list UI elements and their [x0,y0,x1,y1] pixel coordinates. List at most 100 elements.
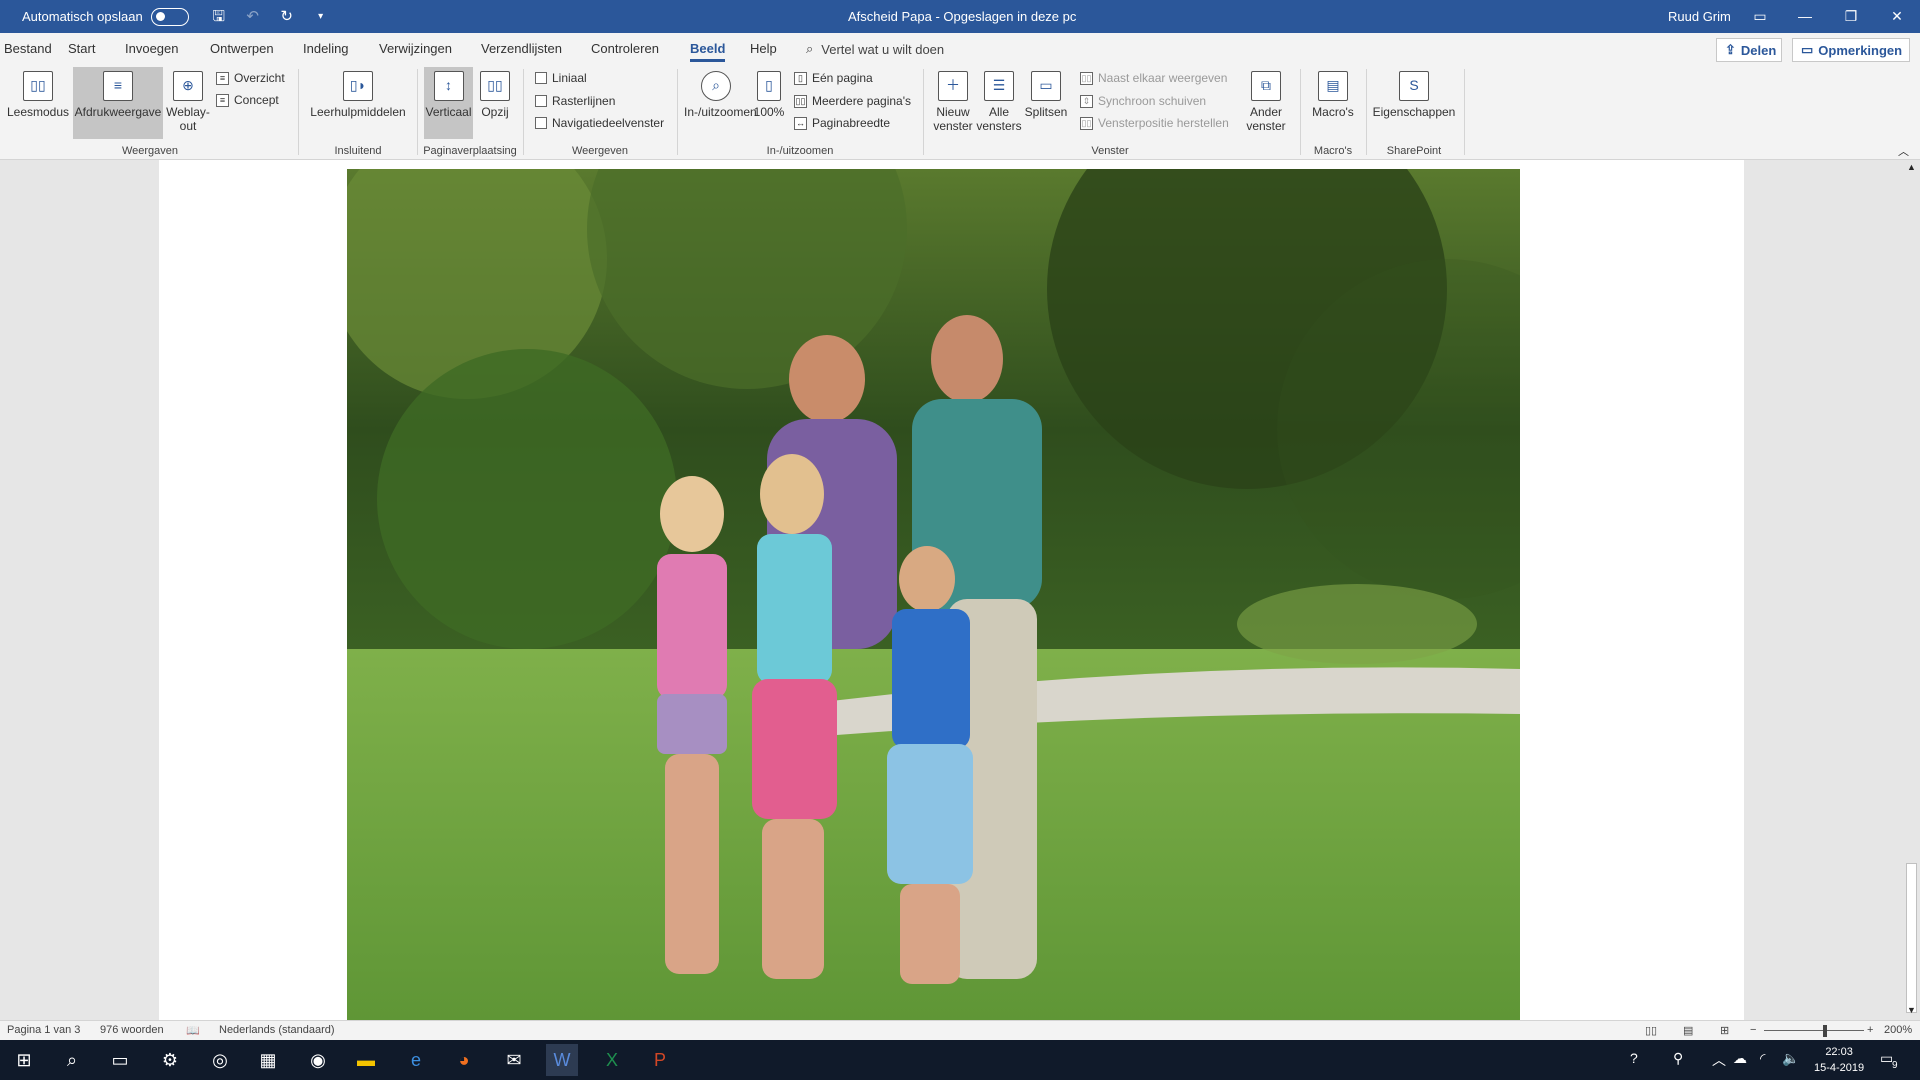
side-by-side-button[interactable]: ▯▯ Naast elkaar weergeven [1080,71,1227,85]
tab-ontwerpen[interactable]: Ontwerpen [210,41,274,56]
scroll-up-icon[interactable]: ▲ [1907,162,1916,172]
zoom-in-icon[interactable]: + [1867,1024,1873,1036]
autosave-toggle[interactable] [150,7,189,26]
navigation-pane-checkbox[interactable]: Navigatiedeelvenster [535,116,664,130]
close-icon[interactable]: ✕ [1874,0,1920,33]
macros-icon: ▤ [1318,71,1348,101]
page-count[interactable]: Pagina 1 van 3 [7,1024,80,1036]
tab-invoegen[interactable]: Invoegen [125,41,179,56]
reset-window-position-button[interactable]: ▯▯ Vensterpositie herstellen [1080,116,1229,130]
calculator-icon[interactable]: ▦ [252,1044,284,1076]
photo-image [347,169,1520,1020]
app-circle-icon[interactable]: ◉ [302,1044,334,1076]
ruler-checkbox[interactable]: Liniaal [535,71,587,85]
tell-me-search[interactable]: ⌕ Vertel wat u wilt doen [806,41,944,57]
windows-start-icon[interactable]: ⊞ [8,1044,40,1076]
comments-button[interactable]: ▭ Opmerkingen [1792,38,1910,62]
proofing-icon[interactable]: 📖 [186,1024,200,1037]
tab-start[interactable]: Start [68,41,95,56]
split-button[interactable]: ▭ Splitsen [1022,71,1070,137]
excel-icon[interactable]: X [596,1044,628,1076]
properties-button[interactable]: S Eigenschappen [1372,71,1456,137]
customize-icon[interactable]: ▾ [313,9,329,25]
page-width-button[interactable]: ↔ Paginabreedte [794,116,890,130]
word-count[interactable]: 976 woorden [100,1024,164,1036]
print-layout-view-icon[interactable]: ▤ [1683,1024,1693,1037]
learning-tools-button[interactable]: ▯◗ Leerhulpmiddelen [306,71,410,137]
tab-help[interactable]: Help [750,41,777,56]
network-icon[interactable]: ◜ [1760,1050,1765,1067]
onedrive-icon[interactable]: ☁ [1733,1050,1747,1067]
title-bar: Automatisch opslaan 🖫 ↶ ↻ ▾ Afscheid Pap… [0,0,1920,33]
share-button[interactable]: ⇪ Delen [1716,38,1782,62]
multiple-pages-button[interactable]: ▯▯ Meerdere pagina's [794,94,911,108]
redo-icon[interactable]: ↻ [279,8,295,25]
tab-verzendlijsten[interactable]: Verzendlijsten [481,41,562,56]
help-icon[interactable]: ? [1630,1050,1638,1066]
arrange-all-button[interactable]: ☰ Alle vensters [976,71,1022,151]
family-photo[interactable] [347,169,1520,1020]
time: 22:03 [1825,1046,1853,1058]
language[interactable]: Nederlands (standaard) [219,1024,335,1036]
one-page-button[interactable]: ▯ Eén pagina [794,71,873,85]
quick-access-toolbar: 🖫 ↶ ↻ ▾ [211,8,329,25]
ribbon-display-icon[interactable]: ▭ [1737,0,1783,33]
macros-button[interactable]: ▤ Macro's [1307,71,1359,151]
tab-controleren[interactable]: Controleren [591,41,659,56]
edge-icon[interactable]: e [400,1044,432,1076]
outline-button[interactable]: ≡ Overzicht [216,71,285,85]
scrollbar-thumb[interactable] [1906,863,1917,1013]
settings-gear-icon[interactable]: ⚙ [154,1044,186,1076]
save-icon[interactable]: 🖫 [211,8,227,25]
zoom-100-button[interactable]: ▯ 100% [752,71,786,137]
file-explorer-icon[interactable]: ▬ [350,1044,382,1076]
powerpoint-icon[interactable]: P [644,1044,676,1076]
new-window-button[interactable]: ＋ Nieuw venster [930,71,976,151]
zoom-slider-thumb[interactable] [1823,1025,1827,1037]
search-icon[interactable]: ⌕ [56,1044,88,1076]
clock[interactable]: 22:03 15-4-2019 [1814,1044,1864,1076]
firefox-icon[interactable]: ◕ [448,1044,480,1076]
vertical-button[interactable]: ↕ Verticaal [424,67,473,139]
web-layout-button[interactable]: ⊕ Weblay-out [165,71,211,151]
draft-icon: ≡ [216,93,229,107]
word-icon[interactable]: W [546,1044,578,1076]
app-icon[interactable]: ◎ [204,1044,236,1076]
task-view-icon[interactable]: ▭ [104,1044,136,1076]
read-mode-view-icon[interactable]: ▯▯ [1645,1024,1657,1037]
user-name[interactable]: Ruud Grim [1668,9,1731,24]
undo-icon[interactable]: ↶ [245,8,261,25]
web-layout-view-icon[interactable]: ⊞ [1720,1024,1729,1037]
tab-verwijzingen[interactable]: Verwijzingen [379,41,452,56]
zoom-slider[interactable] [1764,1030,1864,1031]
learning-tools-icon: ▯◗ [343,71,373,101]
switch-window-button[interactable]: ⧉ Ander venster [1240,71,1292,151]
mail-icon[interactable]: ✉ [498,1044,530,1076]
zoom-out-icon[interactable]: − [1750,1024,1756,1036]
draft-button[interactable]: ≡ Concept [216,93,279,107]
volume-icon[interactable]: 🔈 [1782,1050,1799,1067]
read-mode-button[interactable]: ▯▯ Leesmodus [6,71,70,137]
gridlines-checkbox[interactable]: Rasterlijnen [535,94,615,108]
zoom-button[interactable]: ⌕ In-/uitzoomen [684,71,757,151]
autosave[interactable]: Automatisch opslaan [22,7,189,26]
reset-position-label: Vensterpositie herstellen [1098,116,1229,130]
side-to-side-button[interactable]: ▯▯ Opzij [476,71,514,137]
scroll-down-icon[interactable]: ▼ [1907,1005,1916,1015]
people-icon[interactable]: ⚲ [1673,1050,1683,1067]
minimize-icon[interactable]: — [1782,0,1828,33]
tab-beeld[interactable]: Beeld [690,41,726,62]
vertical-scrollbar[interactable]: ▲ ▼ [1903,160,1920,1020]
tab-indeling[interactable]: Indeling [303,41,349,56]
show-hidden-icon[interactable]: ︿ [1712,1050,1726,1070]
arrange-all-label: Alle vensters [976,105,1022,133]
synchronous-scroll-button[interactable]: ⇕ Synchroon schuiven [1080,94,1206,108]
collapse-ribbon-icon[interactable]: ︿ [1898,143,1909,159]
tab-bestand[interactable]: Bestand [4,41,52,56]
print-layout-button[interactable]: ≡ Afdrukweergave [73,67,163,139]
group-divider [1464,69,1465,155]
restore-icon[interactable]: ❐ [1828,0,1874,33]
group-divider [1300,69,1301,155]
zoom-level[interactable]: 200% [1884,1024,1912,1036]
search-icon: ⌕ [806,41,814,56]
